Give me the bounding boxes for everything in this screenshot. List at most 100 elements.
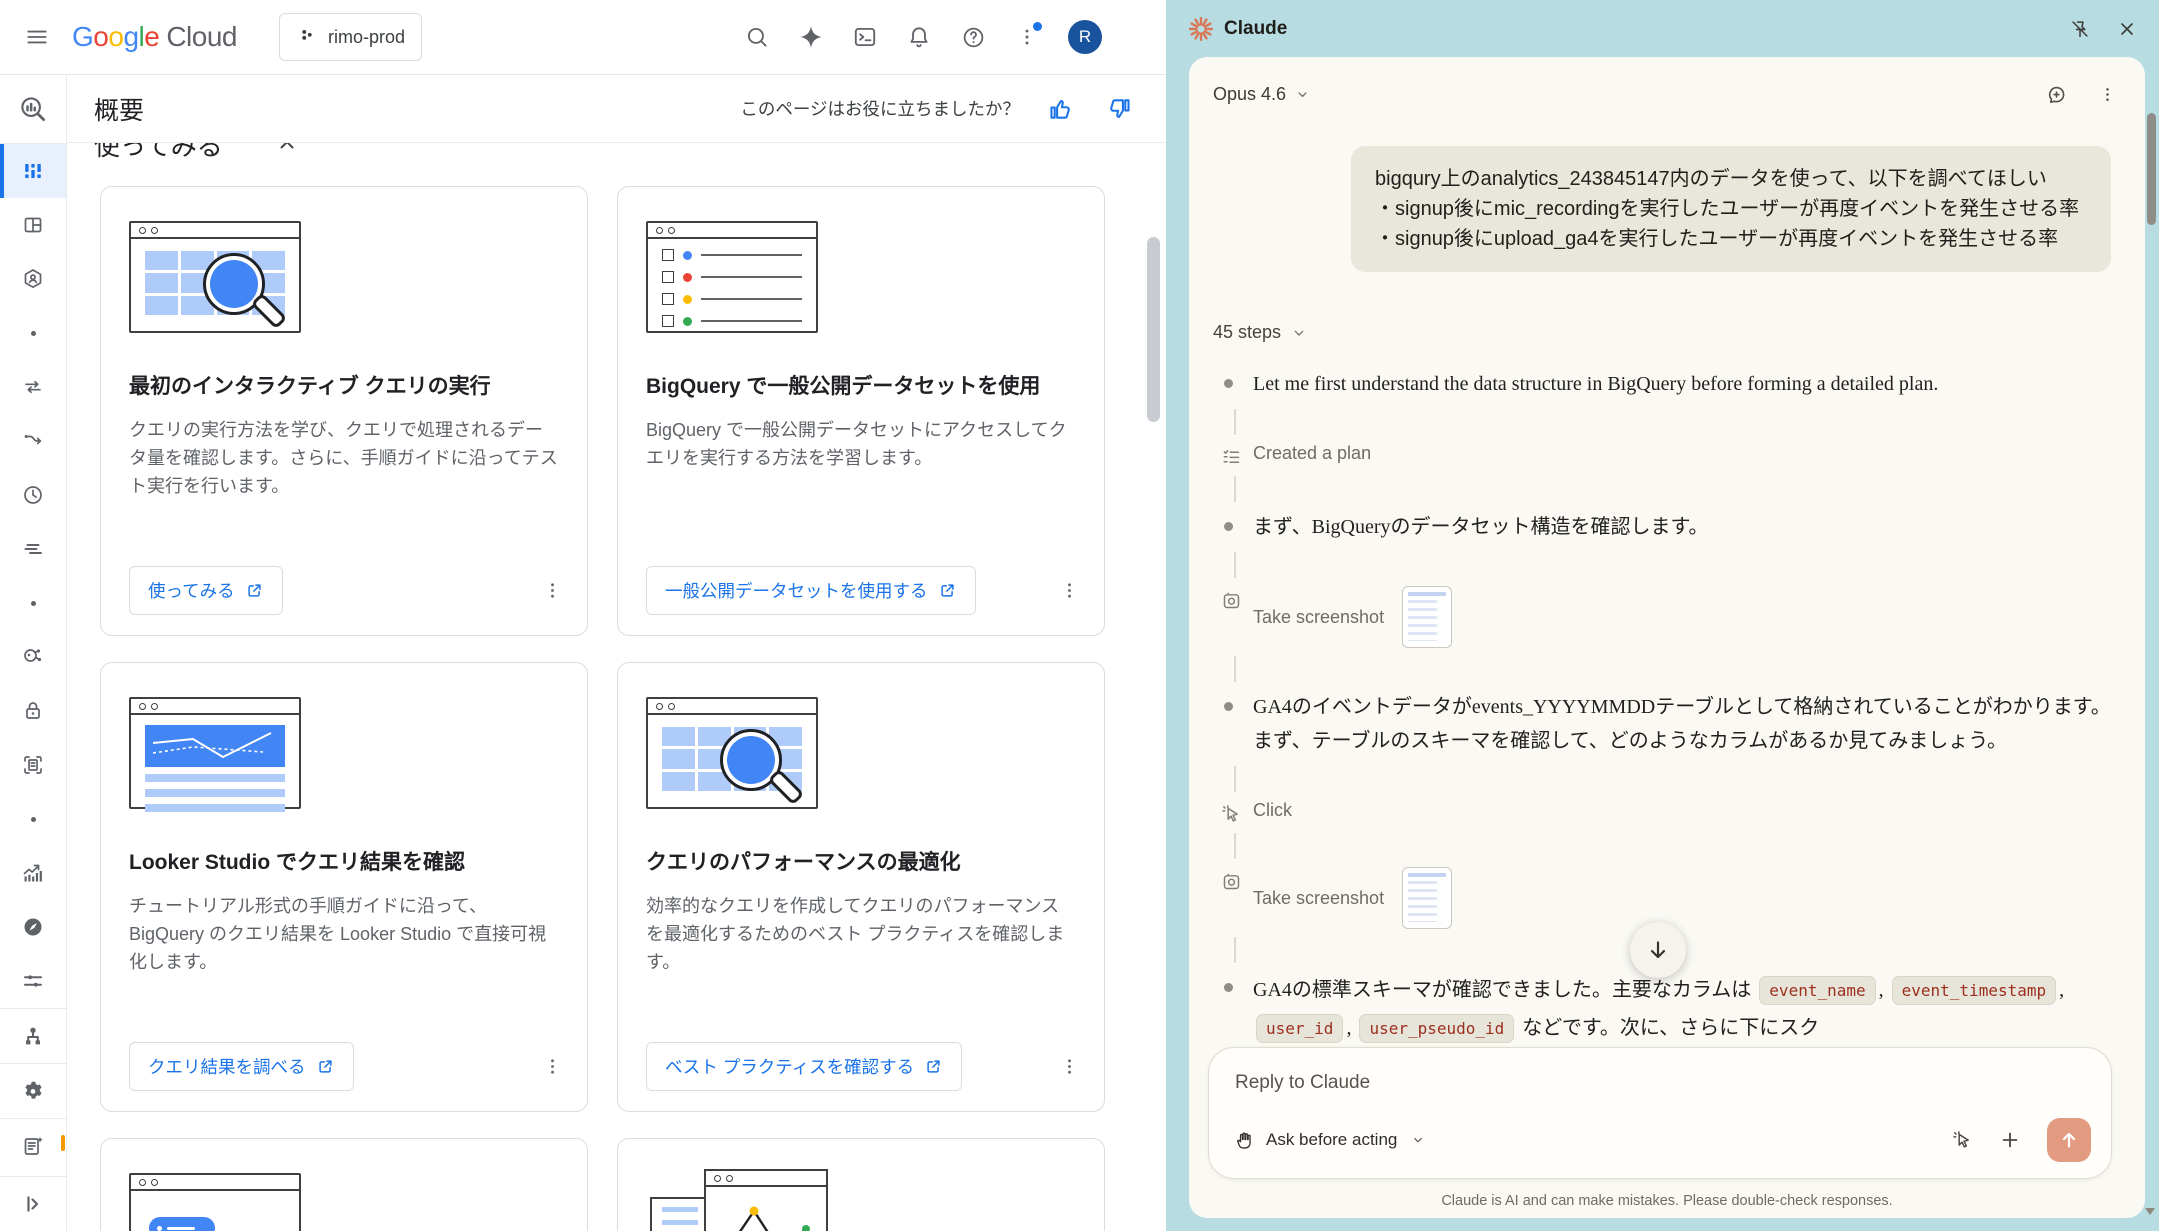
- external-link-icon: [938, 581, 957, 600]
- bullet-icon: [1224, 702, 1233, 711]
- inline-code-chip: user_pseudo_id: [1359, 1014, 1514, 1043]
- feedback-question: このページはお役に立ちましたか？: [740, 96, 1020, 121]
- timeline-connector: [1234, 409, 1236, 435]
- reply-input[interactable]: Reply to Claude: [1235, 1072, 2085, 1094]
- getting-started-card: 最初のインタラクティブ クエリの実行クエリの実行方法を学び、クエリで処理されるデ…: [100, 186, 588, 636]
- attach-button[interactable]: [1999, 1129, 2021, 1151]
- sidebar-item-sitemap[interactable]: [0, 1009, 66, 1063]
- card-description: チュートリアル形式の手順ガイドに沿って、BigQuery のクエリ結果を Loo…: [129, 892, 559, 976]
- computer-use-button[interactable]: [1952, 1130, 1973, 1151]
- bell-icon: [906, 24, 932, 50]
- cloud-shell-button[interactable]: [842, 14, 888, 60]
- model-selector[interactable]: Opus 4.6: [1213, 84, 1310, 105]
- card-title: 最初のインタラクティブ クエリの実行: [129, 371, 559, 403]
- sidebar-item-doc-sparkle[interactable]: [0, 1119, 66, 1173]
- card-menu-button[interactable]: [1053, 574, 1086, 607]
- sidebar-item-overview-bars[interactable]: [0, 144, 66, 198]
- sidebar-item-hexagon-user[interactable]: [0, 252, 66, 306]
- gc-main-content: 使ってみる 概要 このページはお役に立ちましたか？ 最初のインタラクティブ クエ…: [66, 75, 1166, 1231]
- notifications-button[interactable]: [896, 14, 942, 60]
- getting-started-card: [617, 1138, 1105, 1231]
- sidebar-item-sliders[interactable]: [0, 954, 66, 1008]
- steps-toggle[interactable]: 45 steps: [1213, 322, 1307, 343]
- project-icon: [296, 26, 318, 48]
- sidebar-item-dot: [0, 306, 66, 360]
- step-row: Let me first understand the data structu…: [1213, 367, 2119, 401]
- avatar[interactable]: R: [1068, 20, 1102, 54]
- project-selector[interactable]: rimo-prod: [279, 13, 422, 61]
- feedback-widget: このページはお役に立ちましたか？: [740, 92, 1136, 126]
- sidebar-item-transfer-arrows[interactable]: [0, 360, 66, 414]
- card-cta-button[interactable]: ベスト プラクティスを確認する: [646, 1042, 962, 1091]
- thumbs-down-button[interactable]: [1102, 92, 1136, 126]
- model-name: Opus 4.6: [1213, 84, 1286, 105]
- step-row: Take screenshot: [1213, 586, 2119, 648]
- sidebar-item-clock[interactable]: [0, 468, 66, 522]
- card-cta-button[interactable]: クエリ結果を調べる: [129, 1042, 354, 1091]
- content-scrollbar-thumb[interactable]: [1147, 237, 1160, 422]
- checklist-icon: [1221, 447, 1253, 468]
- help-button[interactable]: [950, 14, 996, 60]
- step-row: GA4のイベントデータがevents_YYYYMMDDテーブルとして格納されてい…: [1213, 690, 2119, 758]
- claude-scrollbar-thumb[interactable]: [2147, 113, 2156, 225]
- chevron-down-icon: [1291, 325, 1307, 341]
- card-illustration-table-search: [646, 693, 846, 813]
- card-menu-button[interactable]: [1053, 1050, 1086, 1083]
- bullet-icon: [1224, 522, 1233, 531]
- sidebar-expand-button[interactable]: [0, 1176, 66, 1231]
- send-button[interactable]: [2047, 1118, 2091, 1162]
- sidebar-item-share-network[interactable]: [0, 630, 66, 684]
- sidebar-item-panes[interactable]: [0, 198, 66, 252]
- external-link-icon: [316, 1057, 335, 1076]
- assistant-text: GA4のイベントデータがevents_YYYYMMDDテーブルとして格納されてい…: [1253, 690, 2119, 758]
- gemini-button[interactable]: [788, 14, 834, 60]
- camera-icon: [1221, 590, 1253, 611]
- close-panel-button[interactable]: [2117, 19, 2137, 39]
- card-menu-button[interactable]: [536, 1050, 569, 1083]
- getting-started-card: Looker Studio でクエリ結果を確認チュートリアル形式の手順ガイドに沿…: [100, 662, 588, 1112]
- sidebar-item-compass[interactable]: [0, 900, 66, 954]
- card-menu-button[interactable]: [536, 574, 569, 607]
- sidebar-item-lock[interactable]: [0, 684, 66, 738]
- getting-started-card: クエリのパフォーマンスの最適化効率的なクエリを作成してクエリのパフォーマンスを最…: [617, 662, 1105, 1112]
- assistant-text: Let me first understand the data structu…: [1253, 367, 2119, 401]
- unpin-button[interactable]: [2069, 18, 2091, 40]
- claude-panel-title: Claude: [1224, 18, 1287, 40]
- google-cloud-console: Google Cloud rimo-prod R 使ってみる: [0, 0, 1166, 1231]
- sidebar-item-stacked-lines[interactable]: [0, 522, 66, 576]
- steps-count-label: 45 steps: [1213, 322, 1281, 343]
- menu-button[interactable]: [14, 14, 60, 60]
- card-description: BigQuery で一般公開データセットにアクセスしてクエリを実行する方法を学習…: [646, 416, 1076, 472]
- card-illustration-button-window: [129, 1169, 329, 1231]
- panel-menu-button[interactable]: [2098, 85, 2117, 104]
- sidebar-item-merge-arrow[interactable]: [0, 414, 66, 468]
- action-label: Created a plan: [1253, 443, 1371, 464]
- card-cta-label: ベスト プラクティスを確認する: [665, 1054, 914, 1079]
- sidebar-item-gear[interactable]: [0, 1064, 66, 1118]
- screenshot-thumbnail[interactable]: [1402, 586, 1452, 648]
- sidebar-item-doc-scan[interactable]: [0, 738, 66, 792]
- google-cloud-logo: Google Cloud: [72, 21, 237, 53]
- inline-code-chip: event_timestamp: [1892, 976, 2057, 1005]
- more-options-button[interactable]: [1004, 14, 1050, 60]
- scrollbar-down-arrow[interactable]: [2145, 1208, 2155, 1215]
- sidebar-item-bigquery-logo[interactable]: [0, 75, 66, 144]
- card-cta-button[interactable]: 一般公開データセットを使用する: [646, 566, 976, 615]
- page-title: 概要: [94, 91, 144, 127]
- sidebar-item-trend-chart[interactable]: [0, 846, 66, 900]
- user-message-bubble: bigqury上のanalytics_243845147内のデータを使って、以下…: [1351, 146, 2111, 272]
- timeline-connector: [1234, 476, 1236, 502]
- search-button[interactable]: [734, 14, 780, 60]
- card-cta-button[interactable]: 使ってみる: [129, 566, 283, 615]
- inline-code-chip: event_name: [1759, 976, 1875, 1005]
- permission-mode-selector[interactable]: Ask before acting: [1235, 1130, 1425, 1151]
- logo-google: Google: [72, 21, 159, 53]
- thumbs-up-button[interactable]: [1044, 92, 1078, 126]
- screenshot-thumbnail[interactable]: [1402, 867, 1452, 929]
- hand-icon: [1235, 1130, 1256, 1151]
- new-chat-button[interactable]: [2045, 83, 2068, 106]
- scroll-to-bottom-button[interactable]: [1630, 922, 1686, 978]
- card-cta-label: クエリ結果を調べる: [148, 1054, 306, 1079]
- plus-icon: [1999, 1129, 2021, 1151]
- dot-icon: [31, 601, 36, 606]
